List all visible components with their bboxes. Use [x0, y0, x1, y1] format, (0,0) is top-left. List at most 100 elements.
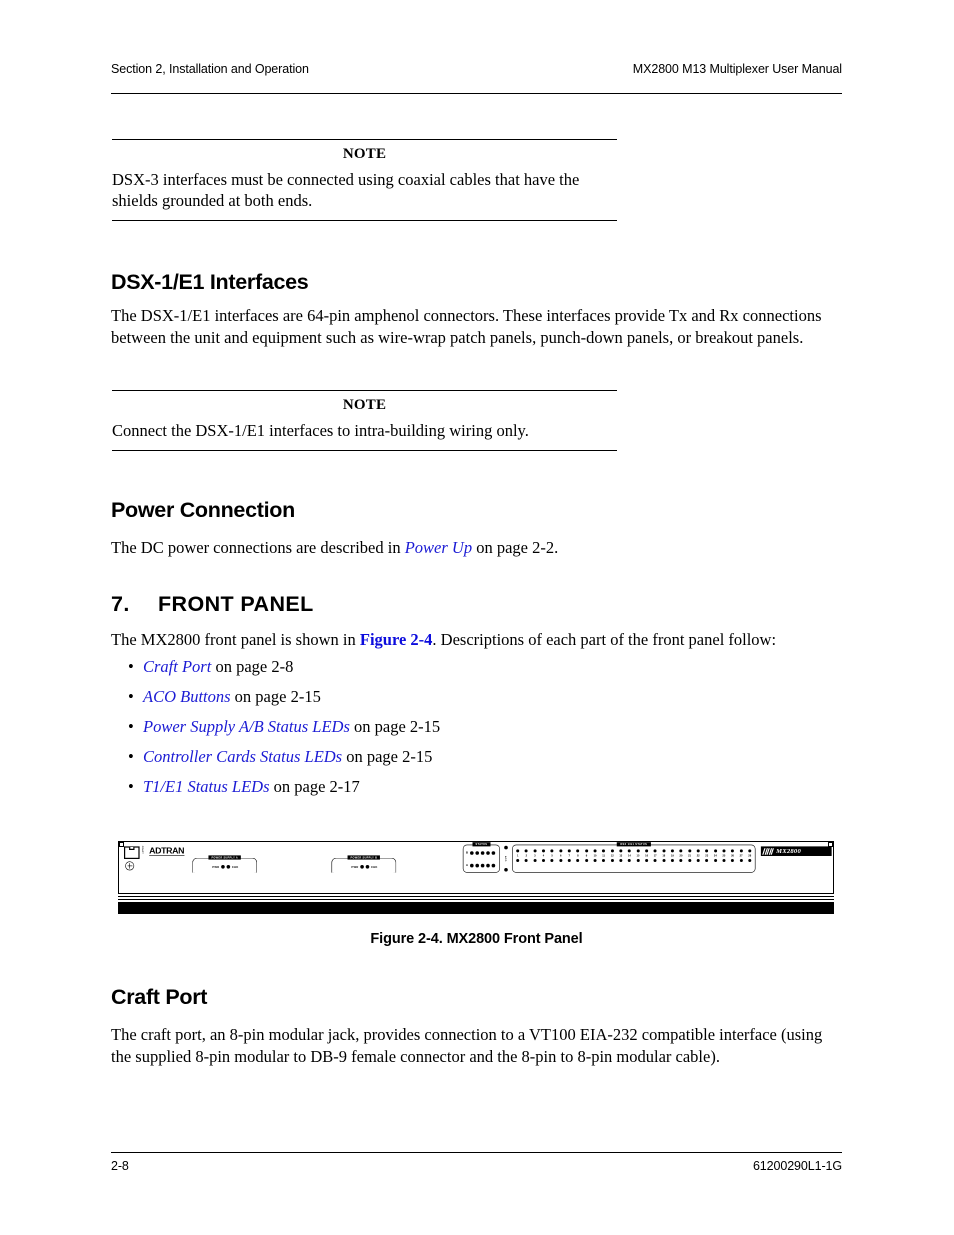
dsx1-e1-channel-number: 20	[679, 854, 683, 858]
dsx1-e1-channel: 10	[593, 849, 597, 862]
dsx1-e1-channel-led-bottom	[533, 858, 537, 862]
controller-status-title: STATUS	[472, 842, 491, 847]
dsx1-e1-channel: 22	[696, 849, 700, 862]
dsx1-e1-channel-led-bottom	[636, 858, 640, 862]
dsx1-e1-channel-grid: 1 2 3 4 5 6 7 8 9 10 11 12 13 14 15 16 17 18 19 20 21 22 23 24 2…	[516, 849, 752, 862]
dsx1-e1-channel-led-top	[748, 849, 752, 853]
list-item: • Power Supply A/B Status LEDs on page 2-…	[111, 716, 711, 737]
list-item: • Controller Cards Status LEDs on page 2-…	[111, 746, 711, 767]
status-led	[491, 863, 495, 868]
dsx1-e1-channel-number: 17	[653, 854, 657, 858]
dsx1-e1-channel: 8	[576, 849, 580, 862]
controller-status-row-a: A	[465, 863, 495, 868]
footer-page-number: 2-8	[111, 1159, 129, 1173]
dsx1-e1-channel-number: 21	[688, 854, 691, 858]
power-supply-b-pwr-led	[360, 864, 364, 869]
dsx1-e1-channel-led-bottom	[541, 858, 545, 862]
dsx1-e1-channel: 17	[653, 849, 657, 862]
dsx1-e1-channel: 16	[645, 849, 649, 862]
dsx1-e1-channel: 26	[731, 849, 735, 862]
bullet-icon: •	[128, 747, 134, 766]
dsx1-e1-channel-number: 23	[705, 854, 709, 858]
dsx1-e1-channel-led-top	[610, 849, 614, 853]
dsx1-e1-channel-led-bottom	[610, 858, 614, 862]
dsx1-e1-channel-led-top	[731, 849, 735, 853]
heading-front-panel: 7. FRONT PANEL	[111, 592, 314, 617]
dsx1-e1-channel-led-top	[593, 849, 597, 853]
bullet-icon: •	[128, 777, 134, 796]
dsx1-e1-channel-led-bottom	[559, 858, 563, 862]
power-supply-b-module: POWER SUPPLY B PWR CHK	[331, 855, 397, 873]
dsx1-e1-channel-led-top	[722, 849, 726, 853]
dsx1-e1-channel-led-top	[516, 849, 520, 853]
dsx1-e1-channel-led-top	[524, 849, 528, 853]
front-panel-intro-after: . Descriptions of each part of the front…	[432, 630, 777, 649]
aco-button-column[interactable]: ACO	[502, 845, 509, 872]
dsx1-e1-channel: 27	[739, 849, 743, 862]
dsx1-e1-channel: 28	[748, 849, 752, 862]
document-page: Section 2, Installation and Operation MX…	[0, 0, 954, 1235]
dsx1-e1-channel-led-bottom	[524, 858, 528, 862]
dsx1-e1-channel-led-bottom	[713, 858, 717, 862]
dsx1-e1-status-title: DSX 1/E1 STATUS	[616, 842, 651, 847]
status-led	[480, 863, 485, 868]
controller-status-row-a-label: A	[465, 863, 468, 868]
dsx1-e1-channel-led-top	[584, 849, 588, 853]
dsx1-e1-channel: 13	[619, 849, 623, 862]
note-title: NOTE	[342, 397, 387, 413]
link-craft-port[interactable]: Craft Port	[143, 657, 211, 676]
heading-power-connection: Power Connection	[111, 498, 295, 522]
link-power-supply-status-leds[interactable]: Power Supply A/B Status LEDs	[143, 717, 350, 736]
dsx1-e1-channel-led-top	[533, 849, 537, 853]
dsx1-e1-channel-led-top	[559, 849, 563, 853]
dsx1-e1-channel-led-top	[627, 849, 631, 853]
running-footer: 2-8 61200290L1-1G	[111, 1159, 842, 1173]
link-t1-e1-status-leds[interactable]: T1/E1 Status LEDs	[143, 777, 270, 796]
dsx1-e1-channel-led-top	[653, 849, 657, 853]
note-box-dsx3: NOTE DSX-3 interfaces must be connected …	[112, 139, 617, 221]
dsx1-e1-channel: 2	[524, 849, 528, 862]
dsx1-e1-channel: 21	[688, 849, 692, 862]
link-power-up[interactable]: Power Up	[405, 538, 472, 557]
bullet-icon: •	[128, 687, 134, 706]
dsx1-e1-channel-led-bottom	[722, 858, 726, 862]
dsx1-e1-channel-number: 11	[602, 854, 605, 858]
status-led	[491, 851, 495, 855]
dsx1-e1-channel: 19	[670, 849, 674, 862]
note-title: NOTE	[342, 146, 387, 162]
dsx1-e1-channel-led-bottom	[567, 858, 571, 862]
mx2800-badge-text: MX2800	[776, 847, 802, 855]
dsx1-e1-channel: 20	[679, 849, 683, 862]
power-supply-a-pwr-label: PWR	[212, 865, 220, 869]
link-aco-buttons[interactable]: ACO Buttons	[143, 687, 231, 706]
figure-caption: Figure 2-4. MX2800 Front Panel	[370, 931, 583, 947]
power-supply-a-chk-led	[226, 864, 231, 869]
dsx1-e1-channel-number: 16	[645, 854, 649, 858]
dsx1-e1-channel-led-top	[550, 849, 554, 853]
dsx1-e1-channel-led-bottom	[696, 858, 700, 862]
link-controller-cards-status-leds[interactable]: Controller Cards Status LEDs	[143, 747, 342, 766]
power-supply-a-module: POWER SUPPLY A PWR CHK	[192, 855, 258, 873]
note-box-intra-building: NOTE Connect the DSX-1/E1 interfaces to …	[112, 390, 617, 451]
status-led	[475, 863, 479, 868]
heading-dsx1-e1-interfaces: DSX-1/E1 Interfaces	[111, 270, 309, 294]
dsx1-e1-channel-led-top	[576, 849, 580, 853]
dsx1-e1-channel-number: 10	[593, 854, 597, 858]
dsx1-e1-channel-led-bottom	[748, 858, 752, 862]
link-figure-2-4[interactable]: Figure 2-4	[360, 630, 433, 649]
front-panel-topic-list: • Craft Port on page 2-8 • ACO Buttons on …	[111, 656, 711, 806]
controller-status-box: STATUS B A	[462, 842, 501, 873]
paragraph-power-connection: The DC power connections are described i…	[111, 537, 842, 559]
dsx1-e1-channel-led-bottom	[705, 858, 709, 862]
dsx1-e1-channel-led-top	[739, 849, 743, 853]
dsx1-e1-channel: 12	[610, 849, 614, 862]
dsx1-e1-channel-led-top	[696, 849, 700, 853]
bullet-icon: •	[128, 717, 134, 736]
power-supply-b-title: POWER SUPPLY B	[347, 855, 381, 860]
dsx1-e1-channel-number: 13	[619, 854, 623, 858]
list-item: • Craft Port on page 2-8	[111, 656, 711, 677]
dsx1-e1-channel-number: 28	[748, 854, 752, 858]
dsx1-e1-channel-number: 26	[731, 854, 734, 858]
dsx1-e1-channel-led-top	[619, 849, 623, 853]
heading-craft-port: Craft Port	[111, 985, 208, 1009]
